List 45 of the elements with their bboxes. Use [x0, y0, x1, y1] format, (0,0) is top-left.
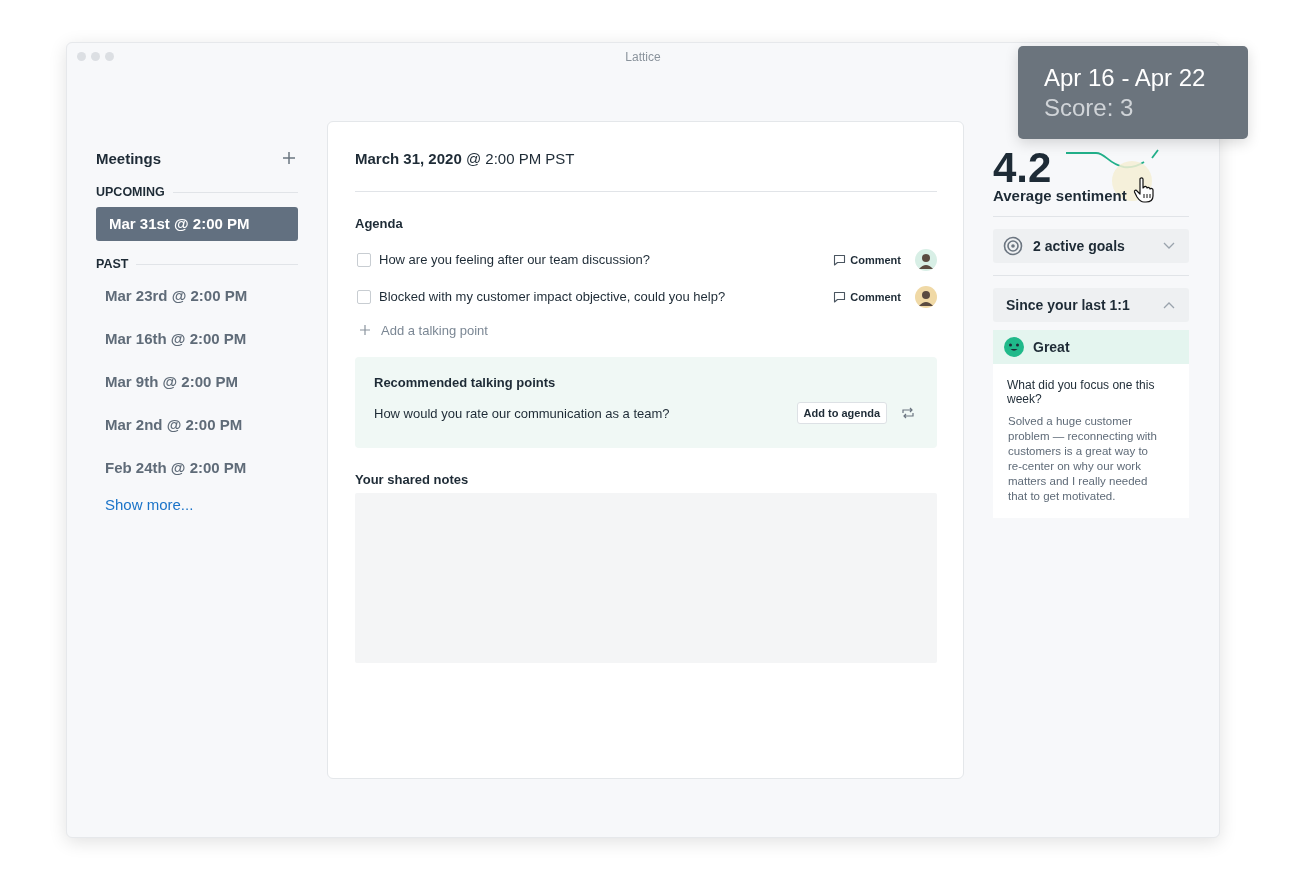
- meeting-item[interactable]: Mar 23rd @ 2:00 PM: [96, 279, 298, 313]
- tooltip-score: Score: 3: [1044, 93, 1135, 123]
- window-title: Lattice: [625, 50, 661, 64]
- since-last-dropdown[interactable]: Since your last 1:1: [993, 288, 1189, 322]
- dropdown-label: Since your last 1:1: [1005, 297, 1131, 313]
- meeting-item[interactable]: Mar 16th @ 2:00 PM: [96, 322, 298, 356]
- target-icon: [1003, 236, 1023, 256]
- meeting-item[interactable]: Mar 2nd @ 2:00 PM: [96, 408, 298, 442]
- meeting-item[interactable]: Mar 9th @ 2:00 PM: [96, 365, 298, 399]
- add-talking-point-button[interactable]: Add a talking point: [355, 315, 488, 345]
- agenda-item-text: How are you feeling after our team discussion?: [379, 252, 651, 267]
- mood-label: Great: [1033, 339, 1070, 355]
- show-more-link[interactable]: Show more...: [96, 496, 298, 513]
- checkbox[interactable]: [357, 289, 371, 304]
- hand-cursor-icon: [1133, 177, 1155, 203]
- question-text: What did you focus one this week?: [1007, 378, 1156, 406]
- section-heading: Your shared notes: [355, 472, 470, 487]
- speech-bubble-icon: [833, 253, 847, 266]
- plus-icon: [360, 325, 370, 335]
- goals-dropdown[interactable]: 2 active goals: [993, 229, 1189, 263]
- add-to-agenda-button[interactable]: Add to agenda: [796, 402, 887, 424]
- goals-label: 2 active goals: [1033, 238, 1126, 254]
- shuffle-button[interactable]: [899, 405, 917, 421]
- section-label: PAST: [96, 257, 129, 271]
- avatar-icon: [915, 285, 937, 308]
- suggestion-text: How would you rate our communication as a team?: [374, 405, 671, 421]
- section-label: UPCOMING: [96, 185, 165, 199]
- cycle-arrows-icon: [901, 407, 915, 419]
- meeting-item[interactable]: Feb 24th @ 2:00 PM: [96, 451, 298, 485]
- meeting-title: March 31, 2020 @ 2:00 PM PST: [355, 150, 576, 169]
- meeting-item[interactable]: Mar 31st @ 2:00 PM: [96, 207, 298, 241]
- comment-button[interactable]: Comment: [833, 253, 901, 266]
- comment-button[interactable]: Comment: [833, 290, 901, 303]
- plus-icon: [282, 151, 296, 165]
- answer-text: Solved a huge customer problem — reconnecting with customers is a great way to re-center on why our work matters and I really needed that to get motivated.: [1007, 414, 1158, 504]
- section-heading: Agenda: [355, 216, 404, 231]
- smiley-face-icon: [1004, 337, 1024, 357]
- checkbox[interactable]: [357, 252, 371, 267]
- add-meeting-button[interactable]: [280, 149, 298, 167]
- avatar-icon: [915, 248, 937, 271]
- section-heading: Recommended talking points: [374, 375, 557, 390]
- speech-bubble-icon: [833, 290, 847, 303]
- tooltip-date-range: Apr 16 - Apr 22: [1044, 63, 1207, 93]
- agenda-item-text: Blocked with my customer impact objective, could you help?: [379, 289, 727, 304]
- sidebar-title: Meetings: [96, 149, 161, 167]
